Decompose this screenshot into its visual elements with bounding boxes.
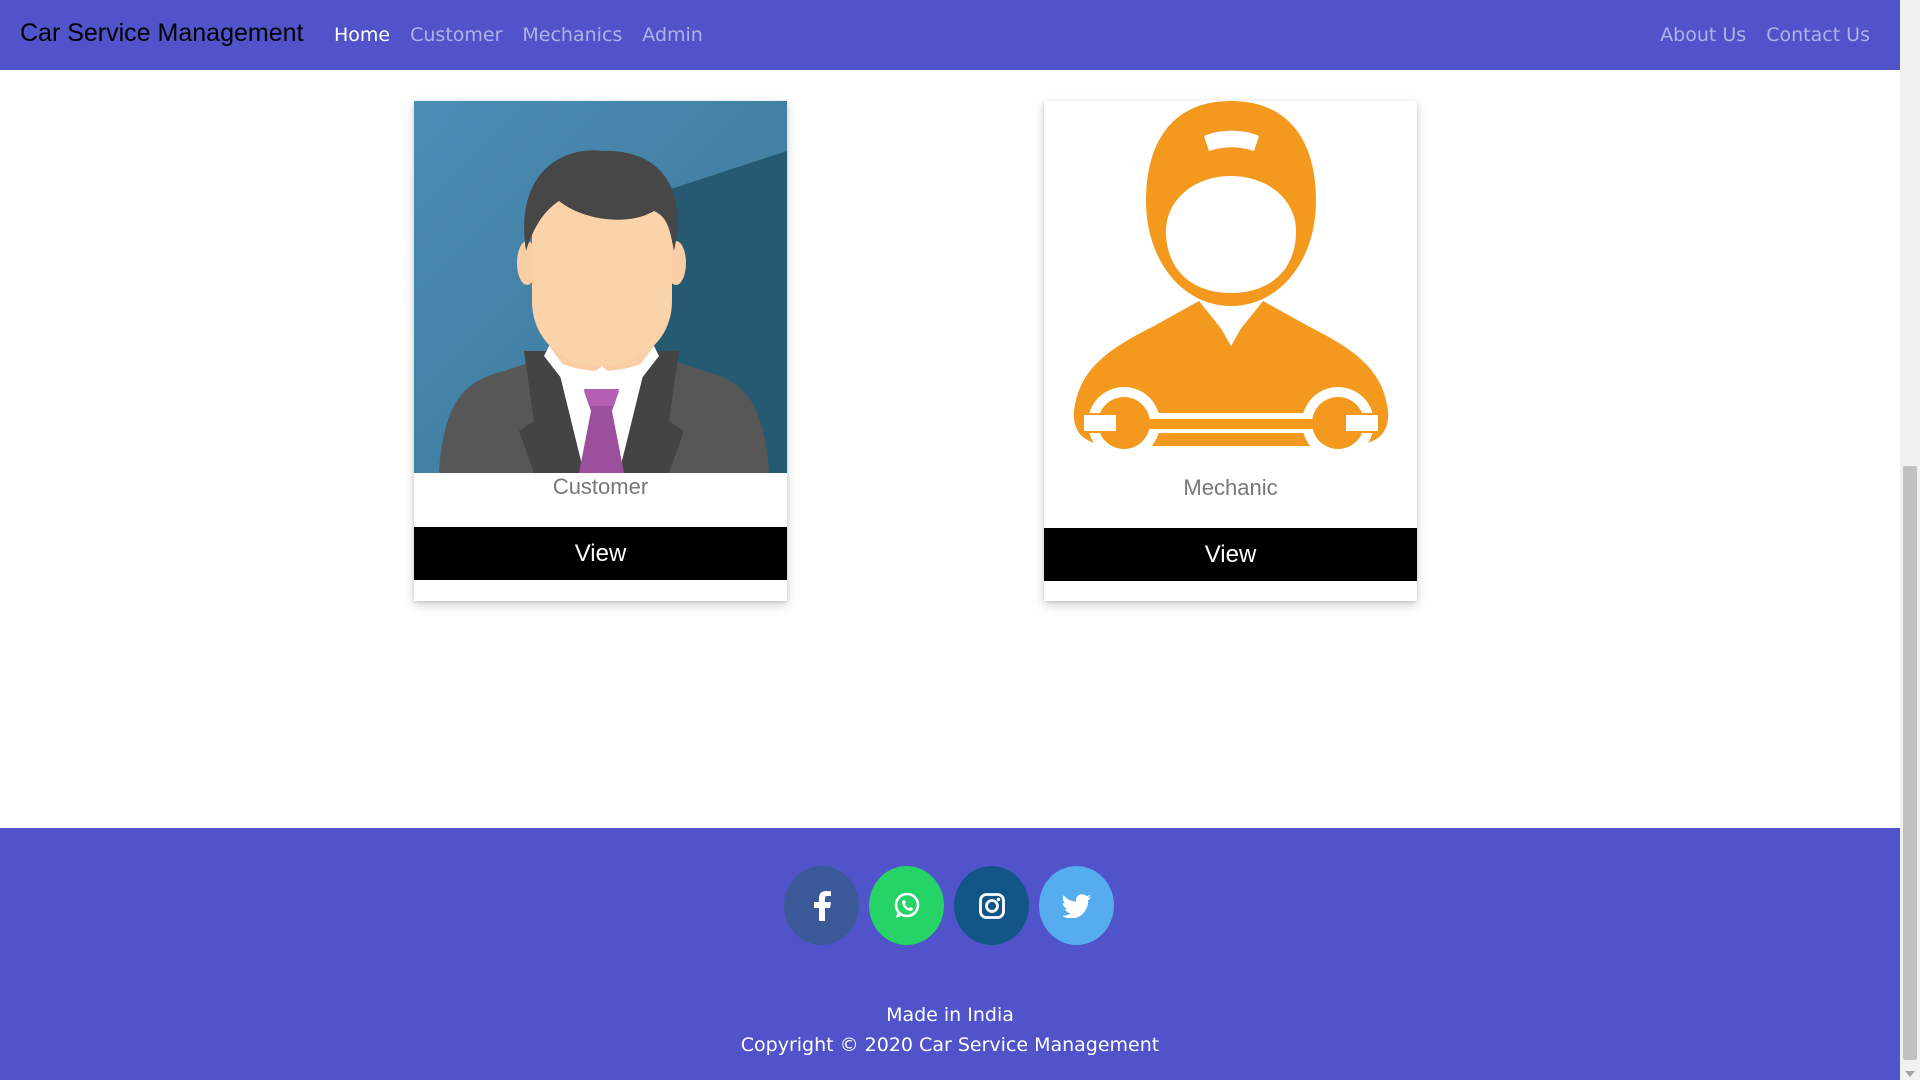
nav-admin-link[interactable]: Admin xyxy=(642,24,703,46)
made-in-text: Made in India xyxy=(886,1004,1014,1026)
nav-contact-link[interactable]: Contact Us xyxy=(1766,24,1870,46)
nav-right: About Us Contact Us xyxy=(1660,24,1870,46)
facebook-icon[interactable] xyxy=(784,866,859,945)
social-links xyxy=(784,866,1114,945)
copyright-text: Copyright © 2020 Car Service Management xyxy=(740,1034,1160,1056)
navbar: Car Service Management Home Customer Mec… xyxy=(0,0,1900,70)
mechanic-wrench-icon xyxy=(1044,101,1417,473)
mechanic-view-button[interactable]: View xyxy=(1044,528,1417,581)
customer-card: Customer View xyxy=(414,101,787,601)
customer-card-label: Customer xyxy=(552,474,649,499)
mechanic-card-label: Mechanic xyxy=(1183,475,1278,500)
nav-about-link[interactable]: About Us xyxy=(1660,24,1746,46)
footer: Made in India Copyright © 2020 Car Servi… xyxy=(0,828,1900,1080)
nav-left: Home Customer Mechanics Admin xyxy=(334,24,703,46)
nav-home-link[interactable]: Home xyxy=(334,24,390,46)
scroll-down-arrow-icon[interactable] xyxy=(1905,1071,1915,1077)
page-scrollbar[interactable] xyxy=(1900,0,1920,1080)
customer-view-button[interactable]: View xyxy=(414,527,787,580)
nav-mechanics-link[interactable]: Mechanics xyxy=(522,24,622,46)
whatsapp-icon[interactable] xyxy=(869,866,944,945)
instagram-icon[interactable] xyxy=(954,866,1029,945)
mechanic-card: Mechanic View xyxy=(1044,101,1417,601)
twitter-icon[interactable] xyxy=(1039,866,1114,945)
nav-customer-link[interactable]: Customer xyxy=(410,24,502,46)
scrollbar-thumb[interactable] xyxy=(1903,466,1917,1060)
brand-link[interactable]: Car Service Management xyxy=(20,19,303,48)
businessman-avatar-icon xyxy=(414,101,787,473)
